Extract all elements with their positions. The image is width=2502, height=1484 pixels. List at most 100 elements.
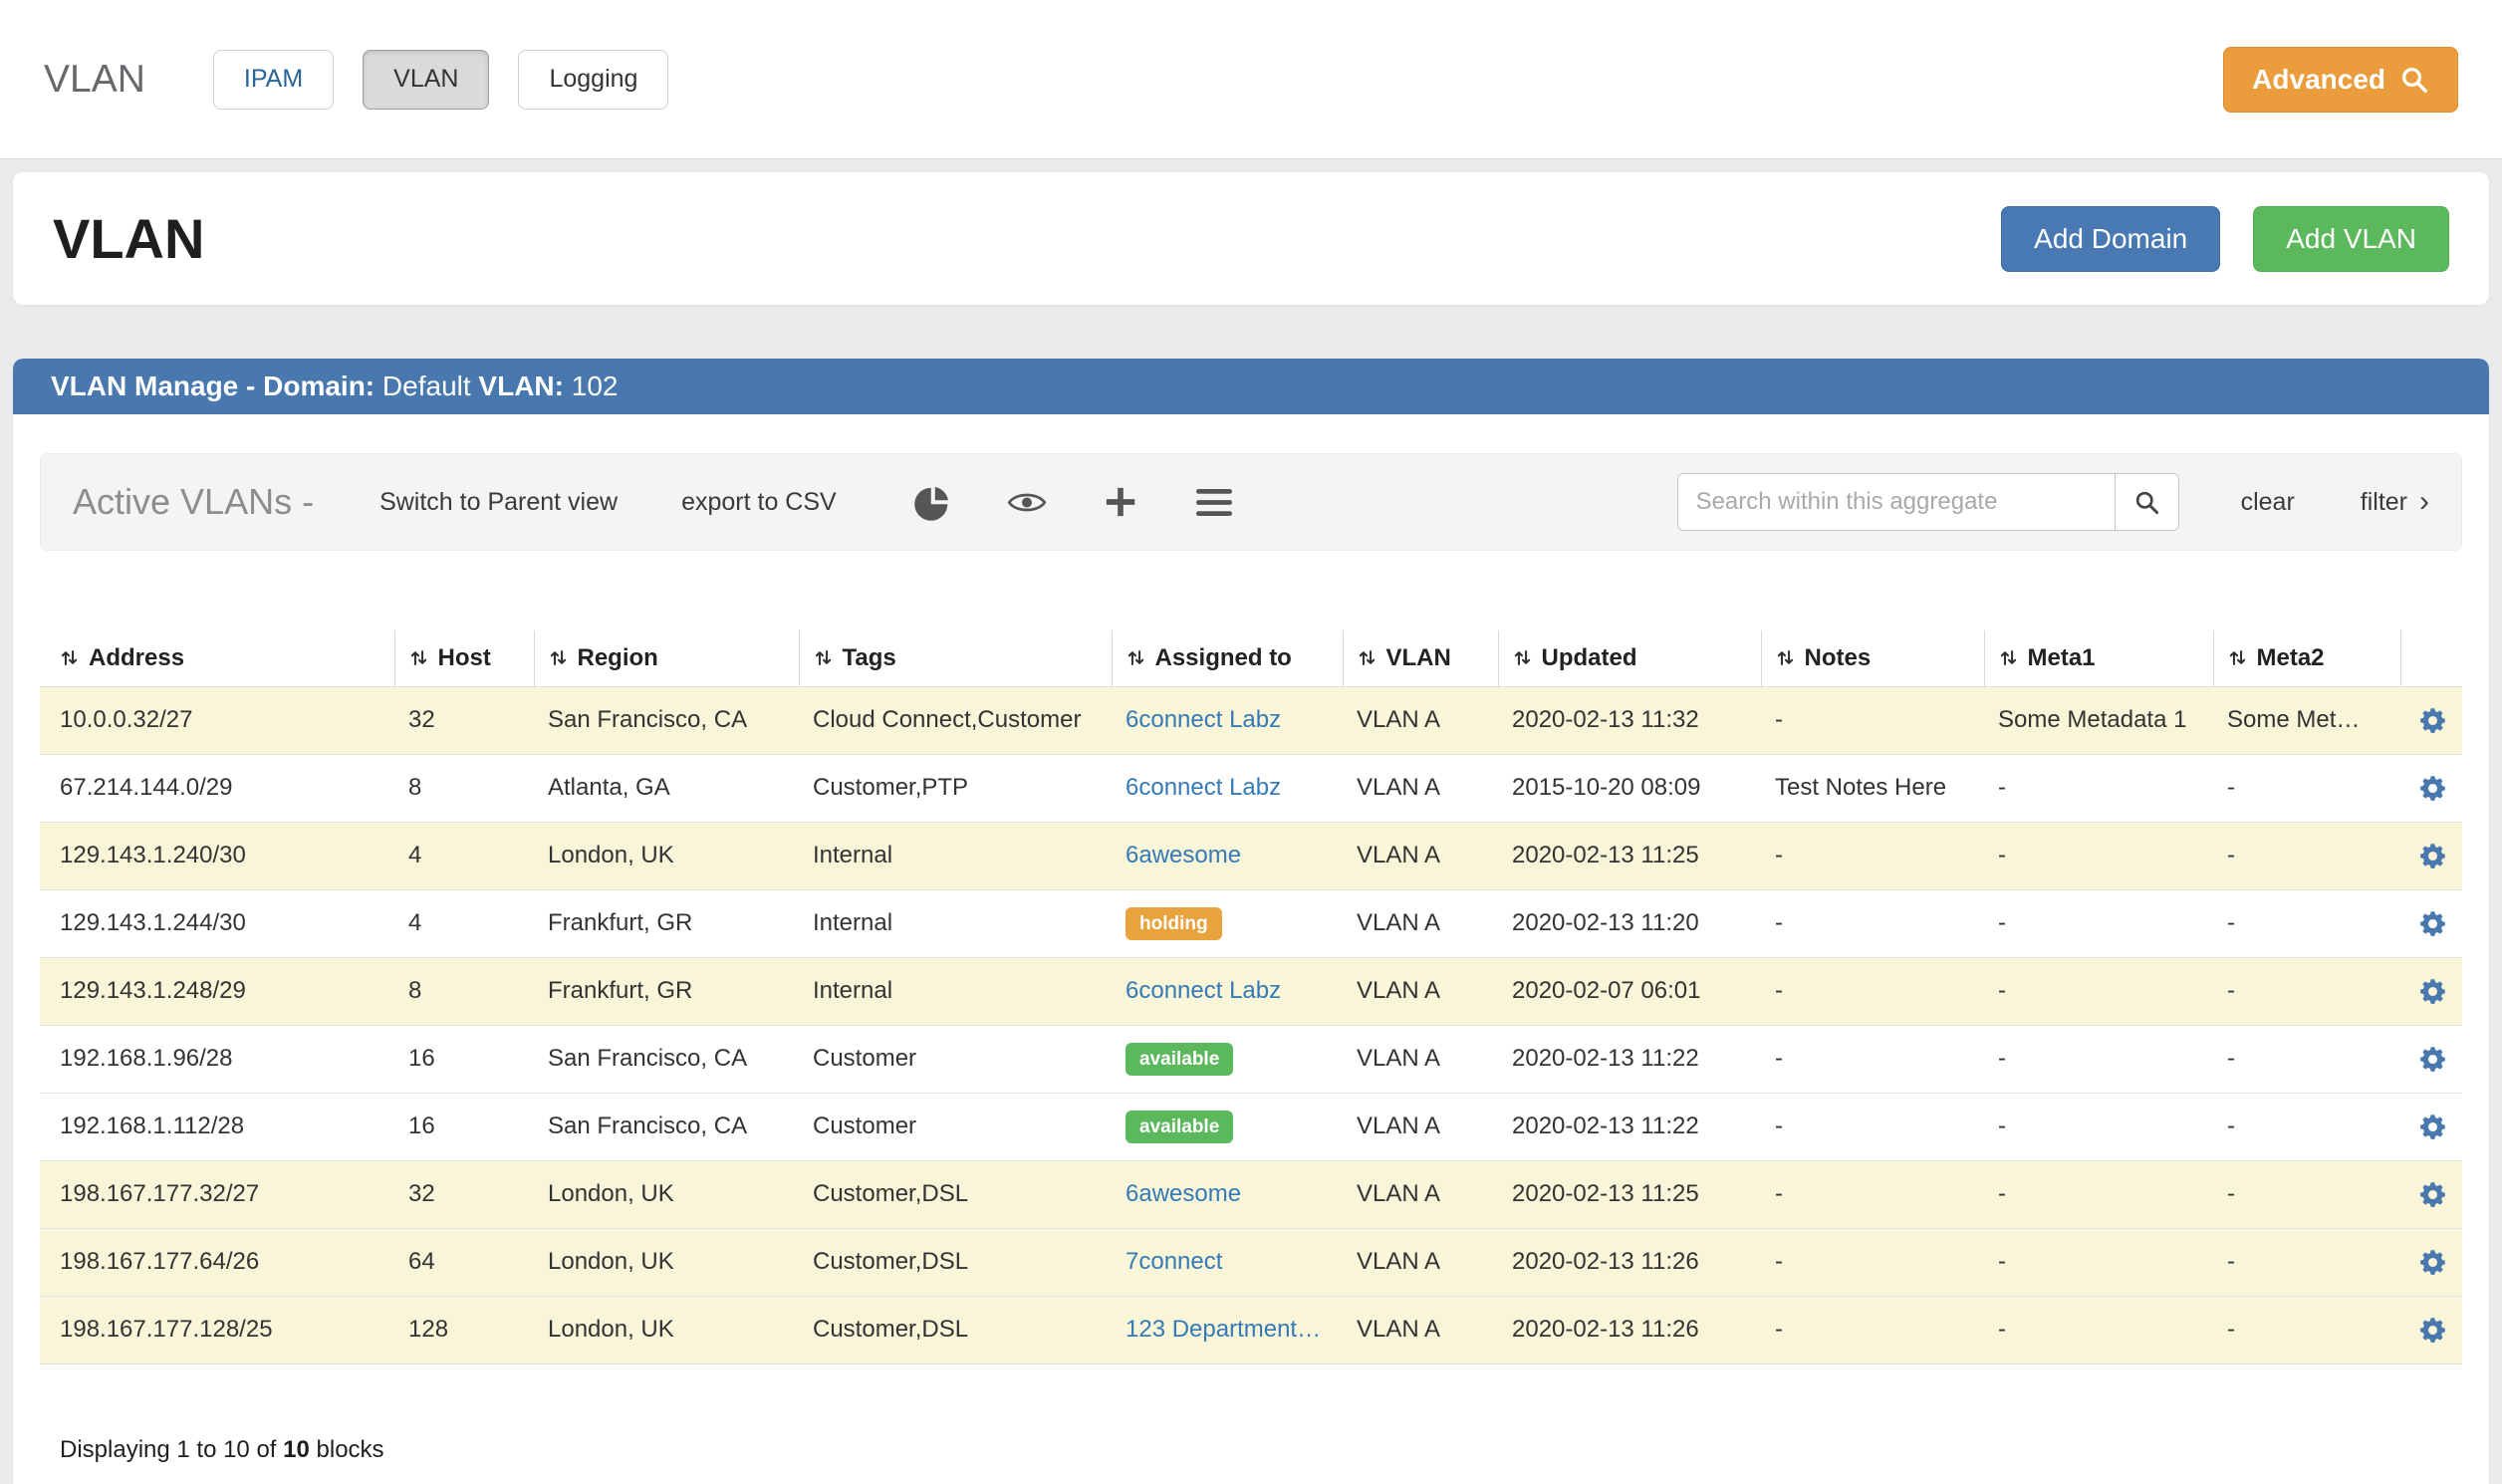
row-settings-gear-icon[interactable] <box>2417 841 2448 871</box>
sort-icon <box>549 648 568 667</box>
table-row: 67.214.144.0/298Atlanta, GACustomer,PTP6… <box>40 754 2462 822</box>
cell-meta2: - <box>2213 1025 2400 1093</box>
search-input[interactable] <box>1677 473 2116 531</box>
column-header-meta2[interactable]: Meta2 <box>2213 630 2400 686</box>
panel-header-title: VLAN Manage - Domain: Default VLAN: 102 <box>13 359 2489 414</box>
clear-link[interactable]: clear <box>2241 488 2295 517</box>
assigned-resource-link[interactable]: 6connect Labz <box>1126 977 1281 1004</box>
cell-tags: Internal <box>799 889 1112 957</box>
tab-logging[interactable]: Logging <box>518 50 668 110</box>
vlan-table: AddressHostRegionTagsAssigned to VLAN Upda… <box>40 630 2462 1364</box>
column-label: VLAN <box>1386 644 1451 672</box>
column-label: Notes <box>1805 644 1872 672</box>
cell-meta1: - <box>1984 1093 2213 1160</box>
cell-meta2: - <box>2213 822 2400 889</box>
column-header-tags[interactable]: Tags <box>799 630 1112 686</box>
search-button[interactable] <box>2116 473 2179 531</box>
sort-icon <box>1776 648 1795 667</box>
cell-meta2: - <box>2213 1228 2400 1296</box>
eye-icon[interactable] <box>1006 489 1048 516</box>
export-csv-link[interactable]: export to CSV <box>681 488 837 517</box>
row-settings-gear-icon[interactable] <box>2417 1315 2448 1346</box>
toolbar: Active VLANs - Switch to Parent view exp… <box>40 453 2462 551</box>
page-title-card: VLAN Add Domain Add VLAN <box>13 172 2489 305</box>
cell-region: San Francisco, CA <box>534 686 799 754</box>
assigned-resource-link[interactable]: 6connect Labz <box>1126 774 1281 801</box>
cell-vlan: VLAN A <box>1343 1228 1498 1296</box>
filter-link[interactable]: filter › <box>2361 487 2429 517</box>
row-settings-gear-icon[interactable] <box>2417 976 2448 1007</box>
panel-title-segment: 102 <box>572 371 619 402</box>
cell-host: 8 <box>394 957 534 1025</box>
cell-address: 129.143.1.248/29 <box>40 957 394 1025</box>
cell-notes: - <box>1761 957 1984 1025</box>
cell-host: 16 <box>394 1093 534 1160</box>
cell-host: 4 <box>394 822 534 889</box>
row-settings-gear-icon[interactable] <box>2417 908 2448 939</box>
cell-vlan: VLAN A <box>1343 822 1498 889</box>
advanced-search-button[interactable]: Advanced <box>2223 47 2458 113</box>
column-header-notes[interactable]: Notes <box>1761 630 1984 686</box>
add-domain-button[interactable]: Add Domain <box>2001 206 2220 272</box>
table-row: 10.0.0.32/2732San Francisco, CACloud Con… <box>40 686 2462 754</box>
cell-tags: Customer <box>799 1025 1112 1093</box>
tab-ipam[interactable]: IPAM <box>213 50 334 110</box>
cell-tags: Customer,DSL <box>799 1228 1112 1296</box>
cell-actions <box>2400 1228 2462 1296</box>
row-settings-gear-icon[interactable] <box>2417 1179 2448 1210</box>
cell-vlan: VLAN A <box>1343 1296 1498 1363</box>
row-settings-gear-icon[interactable] <box>2417 773 2448 804</box>
cell-updated: 2020-02-13 11:32 <box>1498 686 1761 754</box>
list-icon[interactable] <box>1193 489 1235 516</box>
sort-icon <box>2228 648 2247 667</box>
pie-chart-icon[interactable] <box>912 484 954 521</box>
cell-meta1: - <box>1984 1025 2213 1093</box>
row-settings-gear-icon[interactable] <box>2417 705 2448 736</box>
advanced-search-label: Advanced <box>2252 64 2385 96</box>
column-header-address[interactable]: Address <box>40 630 394 686</box>
tab-vlan[interactable]: VLAN <box>363 50 489 110</box>
assigned-resource-link[interactable]: 7connect <box>1126 1248 1222 1275</box>
column-label: Meta2 <box>2257 644 2325 672</box>
cell-vlan: VLAN A <box>1343 686 1498 754</box>
column-header-meta1[interactable]: Meta1 <box>1984 630 2213 686</box>
cell-assigned-to: 6awesome <box>1112 1160 1343 1228</box>
assigned-resource-link[interactable]: 123 Department… <box>1126 1316 1321 1343</box>
cell-meta1: - <box>1984 754 2213 822</box>
cell-meta2: - <box>2213 1093 2400 1160</box>
cell-tags: Customer,DSL <box>799 1296 1112 1363</box>
app-title: VLAN <box>44 58 145 102</box>
cell-meta1: Some Metadata 1 <box>1984 686 2213 754</box>
column-header-host[interactable]: Host <box>394 630 534 686</box>
cell-meta2: - <box>2213 957 2400 1025</box>
filter-label: filter <box>2361 488 2407 517</box>
panel-title-segment: VLAN Manage - Domain: <box>51 371 382 402</box>
status-badge: available <box>1126 1111 1233 1143</box>
switch-parent-view-link[interactable]: Switch to Parent view <box>379 488 618 517</box>
row-settings-gear-icon[interactable] <box>2417 1044 2448 1075</box>
assigned-resource-link[interactable]: 6connect Labz <box>1126 706 1281 733</box>
cell-meta2: Some Met… <box>2213 686 2400 754</box>
row-settings-gear-icon[interactable] <box>2417 1247 2448 1278</box>
table-row: 198.167.177.128/25128London, UKCustomer,… <box>40 1296 2462 1363</box>
column-header-updated[interactable]: Updated <box>1498 630 1761 686</box>
page-title: VLAN <box>53 206 204 271</box>
cell-assigned-to: 6connect Labz <box>1112 686 1343 754</box>
cell-updated: 2020-02-13 11:26 <box>1498 1228 1761 1296</box>
cell-meta1: - <box>1984 957 2213 1025</box>
cell-address: 192.168.1.96/28 <box>40 1025 394 1093</box>
add-vlan-button[interactable]: Add VLAN <box>2253 206 2449 272</box>
search-icon <box>2133 489 2160 516</box>
plus-icon[interactable] <box>1100 485 1141 519</box>
assigned-resource-link[interactable]: 6awesome <box>1126 842 1241 868</box>
column-header-assigned_to[interactable]: Assigned to <box>1112 630 1343 686</box>
row-settings-gear-icon[interactable] <box>2417 1112 2448 1142</box>
column-header-region[interactable]: Region <box>534 630 799 686</box>
cell-notes: - <box>1761 889 1984 957</box>
cell-notes: Test Notes Here <box>1761 754 1984 822</box>
cell-host: 32 <box>394 686 534 754</box>
assigned-resource-link[interactable]: 6awesome <box>1126 1180 1241 1207</box>
cell-vlan: VLAN A <box>1343 1093 1498 1160</box>
column-header-vlan[interactable]: VLAN <box>1343 630 1498 686</box>
cell-tags: Customer,PTP <box>799 754 1112 822</box>
